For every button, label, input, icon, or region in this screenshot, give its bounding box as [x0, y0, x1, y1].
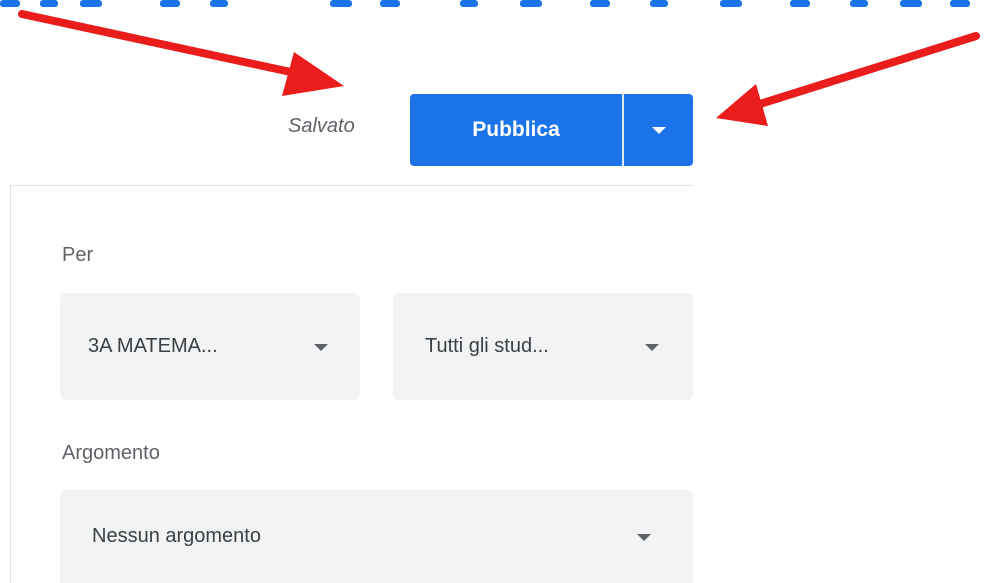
panel-border-top	[10, 185, 693, 186]
class-select[interactable]: 3A MATEMA...	[60, 293, 360, 400]
red-arrow-icon	[716, 32, 980, 126]
panel-border-left	[10, 185, 11, 583]
publish-button[interactable]: Pubblica	[410, 94, 622, 166]
students-select[interactable]: Tutti gli stud...	[393, 293, 693, 400]
students-select-value: Tutti gli stud...	[425, 335, 549, 357]
caret-down-icon	[314, 344, 328, 351]
for-label: Per	[62, 244, 94, 266]
caret-down-icon	[645, 344, 659, 351]
caret-down-icon	[637, 534, 651, 541]
split-divider	[622, 94, 624, 166]
top-edge-marks	[0, 0, 970, 7]
save-status: Salvato	[288, 115, 355, 137]
topic-select[interactable]: Nessun argomento	[60, 490, 693, 583]
publish-options-button[interactable]	[624, 94, 693, 166]
topic-select-value: Nessun argomento	[92, 525, 261, 547]
class-select-value: 3A MATEMA...	[88, 335, 218, 357]
chevron-down-icon	[651, 126, 666, 134]
red-arrow-icon	[18, 10, 344, 96]
topic-label: Argomento	[62, 442, 160, 464]
publish-split-button: Pubblica	[410, 94, 693, 166]
